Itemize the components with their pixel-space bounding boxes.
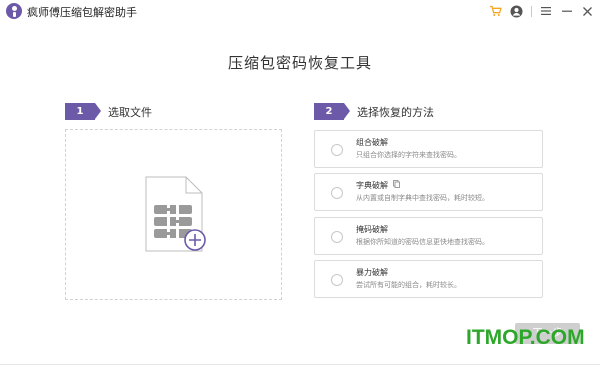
menu-icon[interactable] bbox=[537, 2, 555, 20]
method-dictionary[interactable]: 字典破解 从内置或自制字典中查找密码，耗时较短。 bbox=[314, 173, 543, 211]
method-description: 根据你所知道的密码信息更快地查找密码。 bbox=[356, 238, 489, 246]
step-1-number: 1 bbox=[65, 103, 101, 120]
method-title: 组合破解 bbox=[356, 138, 388, 147]
method-description: 从内置或自制字典中查找密码，耗时较短。 bbox=[356, 194, 489, 202]
method-brute-force[interactable]: 暴力破解 尝试所有可能的组合，耗时较长。 bbox=[314, 260, 543, 298]
step-2-header: 2 选择恢复的方法 bbox=[314, 103, 434, 120]
step-2-label: 选择恢复的方法 bbox=[357, 105, 434, 119]
method-combination[interactable]: 组合破解 只组合你选择的字符来查找密码。 bbox=[314, 130, 543, 168]
method-title: 字典破解 bbox=[356, 181, 388, 190]
radio-button[interactable] bbox=[331, 144, 343, 156]
step-2-number: 2 bbox=[314, 103, 350, 120]
step-1-label: 选取文件 bbox=[108, 105, 152, 119]
bottom-divider bbox=[0, 364, 600, 365]
radio-button[interactable] bbox=[331, 231, 343, 243]
method-title: 掩码破解 bbox=[356, 225, 388, 234]
radio-button[interactable] bbox=[331, 187, 343, 199]
app-title: 疯师傅压缩包解密助手 bbox=[27, 6, 137, 19]
user-icon[interactable] bbox=[507, 2, 525, 20]
app-logo-icon bbox=[6, 3, 22, 19]
method-title: 暴力破解 bbox=[356, 268, 388, 277]
cart-icon[interactable] bbox=[486, 2, 504, 20]
copy-icon[interactable] bbox=[393, 180, 400, 188]
titlebar-divider bbox=[531, 6, 532, 17]
step-1-header: 1 选取文件 bbox=[65, 103, 152, 120]
method-description: 只组合你选择的字符来查找密码。 bbox=[356, 151, 461, 159]
file-drop-zone[interactable] bbox=[65, 129, 282, 300]
method-mask[interactable]: 掩码破解 根据你所知道的密码信息更快地查找密码。 bbox=[314, 217, 543, 255]
title-bar: 疯师傅压缩包解密助手 bbox=[0, 0, 600, 22]
archive-file-add-icon[interactable] bbox=[136, 175, 216, 255]
page-title: 压缩包密码恢复工具 bbox=[227, 54, 372, 72]
method-description: 尝试所有可能的组合，耗时较长。 bbox=[356, 281, 461, 289]
radio-button[interactable] bbox=[331, 274, 343, 286]
minimize-icon[interactable] bbox=[558, 2, 576, 20]
site-watermark: ITMOP.COM bbox=[466, 326, 585, 349]
close-icon[interactable] bbox=[578, 2, 596, 20]
